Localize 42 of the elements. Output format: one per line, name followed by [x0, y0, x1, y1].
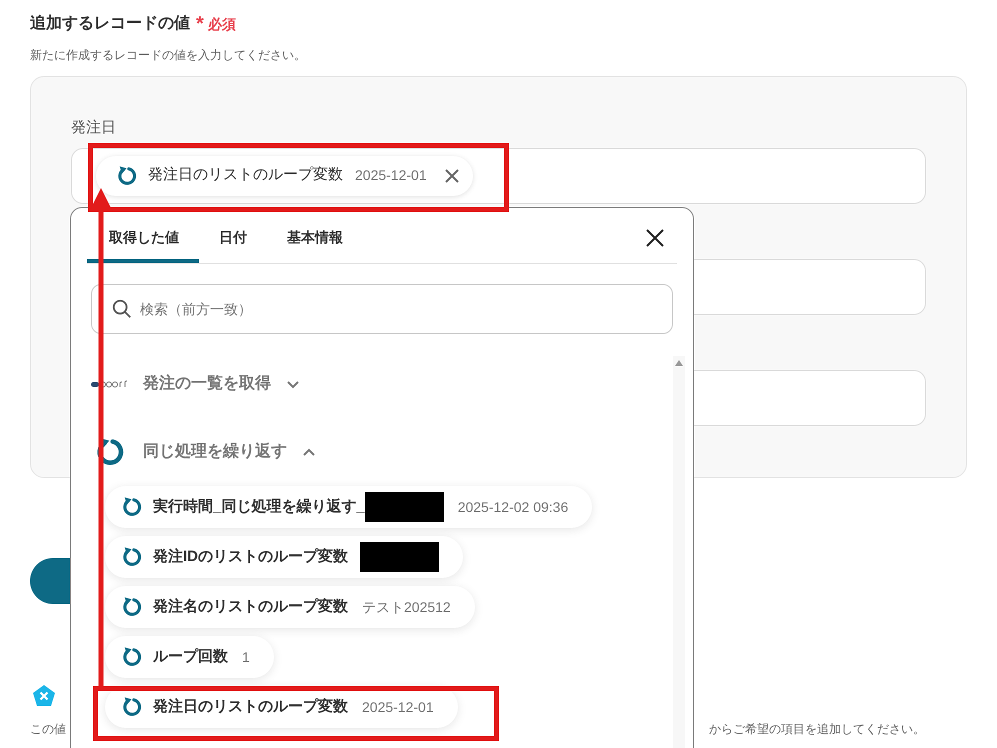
variable-value: 2025-12-01 [355, 166, 427, 185]
remove-icon[interactable] [442, 166, 461, 184]
input-field[interactable]: 発注日のリストのループ変数 2025-12-01 [71, 148, 926, 204]
variable-name: 発注日のリストのループ変数 [148, 165, 343, 186]
variable-name: 発注名のリストのループ変数 [153, 596, 348, 617]
variable-value: 2025-12-02 09:36 [458, 498, 568, 516]
close-icon[interactable] [645, 228, 665, 248]
loop-icon [121, 496, 143, 518]
group-title: 同じ処理を繰り返す [143, 441, 287, 462]
variable-name: ループ回数 [153, 646, 228, 667]
search-field[interactable]: 検索（前方一致） [91, 284, 673, 334]
app-logo [91, 380, 129, 388]
loop-icon [121, 546, 143, 568]
variable-chip[interactable]: 発注日のリストのループ変数 2025-12-01 [96, 156, 473, 196]
loop-icon [121, 596, 143, 618]
group-title: 発注の一覧を取得 [143, 373, 271, 394]
loop-icon [121, 646, 143, 668]
required-asterisk: * [196, 14, 204, 34]
tab[interactable]: 日付 [199, 219, 267, 263]
variable-chip[interactable]: 発注名のリストのループ変数 テスト202512 [105, 586, 475, 628]
loop-icon [121, 696, 143, 718]
variable-chip[interactable]: ループ回数 1 [105, 636, 274, 678]
required-label: 必須 [208, 14, 236, 34]
variable-chip[interactable]: 発注IDのリストのループ変数 [105, 536, 463, 578]
note-text: この値 [30, 721, 66, 738]
variable-value: 1 [242, 648, 250, 666]
variable-chip[interactable]: 実行時間_同じ処理を繰り返す_ 2025-12-02 09:36 [105, 486, 592, 528]
loop-icon [116, 164, 138, 186]
variable-value: 2025-12-01 [362, 698, 434, 716]
variable-value: テスト202512 [362, 598, 451, 616]
scroll-up-arrow-icon[interactable] [675, 360, 683, 366]
section-title: 追加するレコードの値 [30, 14, 190, 34]
group-header[interactable]: 発注の一覧を取得 [91, 356, 673, 412]
variable-name: 発注IDのリストのループ変数 [153, 546, 348, 567]
tab[interactable]: 基本情報 [267, 219, 363, 263]
variable-name: 発注日のリストのループ変数 [153, 696, 348, 717]
section-description: 新たに作成するレコードの値を入力してください。 [30, 47, 307, 64]
note-text: からご希望の項目を追加してください。 [709, 721, 925, 738]
search-icon [111, 298, 133, 320]
app-icon [32, 684, 56, 708]
field-label: 発注日 [71, 118, 117, 138]
variable-name: 実行時間_同じ処理を繰り返す_ [153, 496, 365, 517]
